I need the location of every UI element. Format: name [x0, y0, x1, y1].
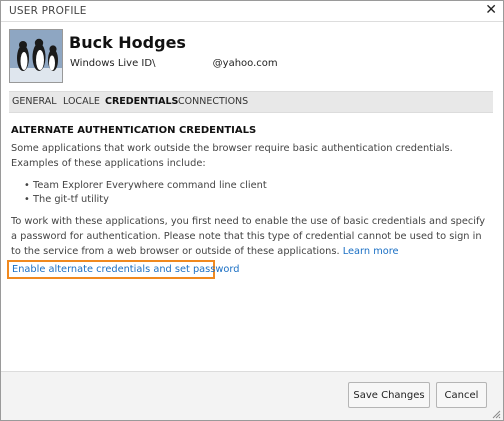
learn-more-link[interactable]: Learn more	[343, 246, 399, 257]
section-heading: ALTERNATE AUTHENTICATION CREDENTIALS	[11, 125, 257, 136]
list-item: The git-tf utility	[24, 193, 267, 207]
dialog-title: USER PROFILE	[9, 5, 87, 17]
cancel-button[interactable]: Cancel	[436, 382, 487, 408]
dialog-titlebar: USER PROFILE ✕	[1, 1, 503, 22]
detail-text: To work with these applications, you fir…	[11, 216, 486, 257]
detail-paragraph: To work with these applications, you fir…	[11, 214, 493, 259]
example-list: Team Explorer Everywhere command line cl…	[24, 179, 267, 207]
tab-connections[interactable]: CONNECTIONS	[178, 96, 248, 107]
resize-grip-icon[interactable]	[491, 409, 501, 419]
close-icon[interactable]: ✕	[485, 2, 497, 18]
tab-credentials[interactable]: CREDENTIALS	[105, 96, 178, 107]
user-profile-dialog: USER PROFILE ✕ Buck Hodges Windows Live …	[0, 0, 504, 421]
profile-tabs: GENERAL LOCALE CREDENTIALS CONNECTIONS	[9, 91, 493, 113]
user-account-id: Windows Live ID\ @yahoo.com	[70, 58, 278, 69]
user-name: Buck Hodges	[69, 33, 186, 52]
intro-text: Some applications that work outside the …	[11, 143, 453, 169]
enable-credentials-link[interactable]: Enable alternate credentials and set pas…	[12, 264, 239, 275]
tab-general[interactable]: GENERAL	[12, 96, 56, 107]
tab-locale[interactable]: LOCALE	[63, 96, 100, 107]
save-changes-button[interactable]: Save Changes	[348, 382, 430, 408]
penguin-avatar-icon	[9, 29, 63, 83]
dialog-footer: Save Changes Cancel	[1, 371, 503, 420]
list-item: Team Explorer Everywhere command line cl…	[24, 179, 267, 193]
